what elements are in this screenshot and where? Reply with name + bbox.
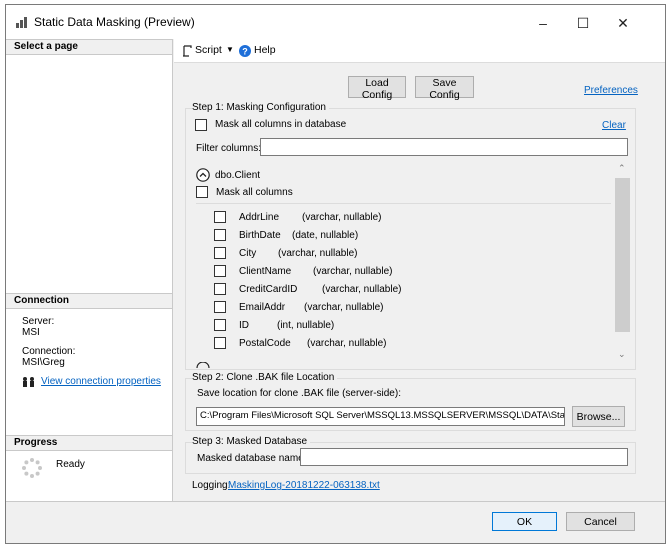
column-checkbox[interactable] bbox=[214, 211, 226, 223]
select-page-header: Select a page bbox=[6, 39, 172, 55]
mask-all-columns-label: Mask all columns bbox=[216, 187, 293, 198]
footer: OK Cancel bbox=[6, 501, 665, 543]
filter-columns-label: Filter columns: bbox=[196, 143, 262, 154]
preferences-link[interactable]: Preferences bbox=[584, 85, 638, 96]
next-table-icon bbox=[196, 362, 210, 368]
right-panel: Script ▼ ? Help Load Config Save Config … bbox=[174, 39, 665, 501]
progress-header: Progress bbox=[6, 435, 172, 451]
help-button[interactable]: Help bbox=[254, 44, 276, 56]
mask-all-columns-checkbox[interactable] bbox=[196, 186, 208, 198]
column-name: ClientName bbox=[239, 266, 292, 277]
column-checkbox[interactable] bbox=[214, 301, 226, 313]
mask-all-db-label: Mask all columns in database bbox=[215, 119, 347, 130]
bak-location-label: Save location for clone .BAK file (serve… bbox=[197, 388, 401, 399]
column-checkbox[interactable] bbox=[214, 337, 226, 349]
app-icon bbox=[16, 17, 27, 28]
bak-path-input[interactable]: C:\Program Files\Microsoft SQL Server\MS… bbox=[196, 407, 565, 426]
column-checkbox[interactable] bbox=[214, 283, 226, 295]
save-config-button[interactable]: Save Config bbox=[415, 76, 474, 101]
title-bar: Static Data Masking (Preview) – ☐ ✕ bbox=[6, 5, 665, 39]
column-row[interactable]: ID (int, nullable) bbox=[174, 319, 594, 335]
filter-columns-input[interactable] bbox=[260, 138, 628, 156]
minimize-icon[interactable]: – bbox=[528, 13, 558, 33]
left-panel: Select a page Connection Server: MSI Con… bbox=[6, 39, 173, 501]
separator bbox=[196, 203, 611, 204]
script-icon bbox=[183, 45, 192, 57]
connection-properties-icon bbox=[23, 377, 34, 387]
column-row[interactable]: AddrLine (varchar, nullable) bbox=[174, 211, 594, 227]
column-row[interactable]: EmailAddr (varchar, nullable) bbox=[174, 301, 594, 317]
column-type: (varchar, nullable) bbox=[322, 284, 402, 295]
mask-all-db-checkbox[interactable] bbox=[195, 119, 207, 131]
column-checkbox[interactable] bbox=[214, 247, 226, 259]
table-name: dbo.Client bbox=[215, 170, 261, 181]
server-value: MSI bbox=[22, 327, 40, 338]
masked-db-label: Masked database name: bbox=[197, 453, 307, 464]
step1-title: Step 1: Masking Configuration bbox=[192, 102, 329, 113]
maximize-icon[interactable]: ☐ bbox=[568, 13, 598, 33]
cancel-button[interactable]: Cancel bbox=[566, 512, 635, 531]
clear-link[interactable]: Clear bbox=[602, 120, 626, 131]
column-name: ID bbox=[239, 320, 249, 331]
load-config-button[interactable]: Load Config bbox=[348, 76, 406, 101]
chevron-down-icon[interactable]: ▼ bbox=[226, 45, 234, 54]
server-label: Server: bbox=[22, 316, 55, 327]
scrollbar-thumb[interactable] bbox=[615, 178, 630, 332]
toolbar: Script ▼ ? Help bbox=[174, 39, 665, 63]
connection-header: Connection bbox=[6, 293, 172, 309]
column-checkbox[interactable] bbox=[214, 319, 226, 331]
connection-value: MSI\Greg bbox=[22, 357, 65, 368]
progress-spinner-icon bbox=[22, 458, 42, 478]
column-row[interactable]: CreditCardID (varchar, nullable) bbox=[174, 283, 594, 299]
scroll-down-icon[interactable]: ⌄ bbox=[618, 349, 626, 360]
logging-file-link[interactable]: MaskingLog-20181222-063138.txt bbox=[228, 480, 380, 491]
connection-label: Connection: bbox=[22, 346, 76, 357]
column-row[interactable]: BirthDate (date, nullable) bbox=[174, 229, 594, 245]
column-name: CreditCardID bbox=[239, 284, 298, 295]
column-type: (varchar, nullable) bbox=[313, 266, 393, 277]
column-type: (varchar, nullable) bbox=[307, 338, 387, 349]
masked-db-name-input[interactable] bbox=[300, 448, 628, 466]
column-type: (date, nullable) bbox=[292, 230, 359, 241]
step3-title: Step 3: Masked Database bbox=[192, 436, 311, 447]
progress-status: Ready bbox=[56, 459, 85, 470]
help-icon: ? bbox=[239, 45, 251, 57]
column-name: City bbox=[239, 248, 257, 259]
script-button[interactable]: Script bbox=[195, 44, 222, 56]
column-row[interactable]: City (varchar, nullable) bbox=[174, 247, 594, 263]
column-type: (varchar, nullable) bbox=[278, 248, 358, 259]
collapse-icon[interactable] bbox=[196, 168, 210, 182]
column-name: AddrLine bbox=[239, 212, 280, 223]
close-icon[interactable]: ✕ bbox=[608, 13, 638, 33]
dialog-window: Static Data Masking (Preview) – ☐ ✕ Sele… bbox=[5, 4, 666, 544]
column-type: (varchar, nullable) bbox=[304, 302, 384, 313]
logging-label: Logging: bbox=[192, 480, 231, 491]
window-title: Static Data Masking (Preview) bbox=[34, 15, 195, 29]
ok-button[interactable]: OK bbox=[492, 512, 557, 531]
scroll-up-icon[interactable]: ⌃ bbox=[618, 163, 626, 174]
svg-text:?: ? bbox=[242, 47, 248, 57]
column-name: EmailAddr bbox=[239, 302, 286, 313]
view-connection-properties-link[interactable]: View connection properties bbox=[41, 376, 161, 387]
column-checkbox[interactable] bbox=[214, 265, 226, 277]
column-type: (varchar, nullable) bbox=[302, 212, 382, 223]
column-row[interactable]: ClientName (varchar, nullable) bbox=[174, 265, 594, 281]
column-type: (int, nullable) bbox=[277, 320, 335, 331]
column-name: BirthDate bbox=[239, 230, 281, 241]
column-checkbox[interactable] bbox=[214, 229, 226, 241]
column-name: PostalCode bbox=[239, 338, 291, 349]
browse-button[interactable]: Browse... bbox=[572, 406, 625, 427]
column-row[interactable]: PostalCode (varchar, nullable) bbox=[174, 337, 594, 353]
step2-title: Step 2: Clone .BAK file Location bbox=[192, 372, 338, 383]
